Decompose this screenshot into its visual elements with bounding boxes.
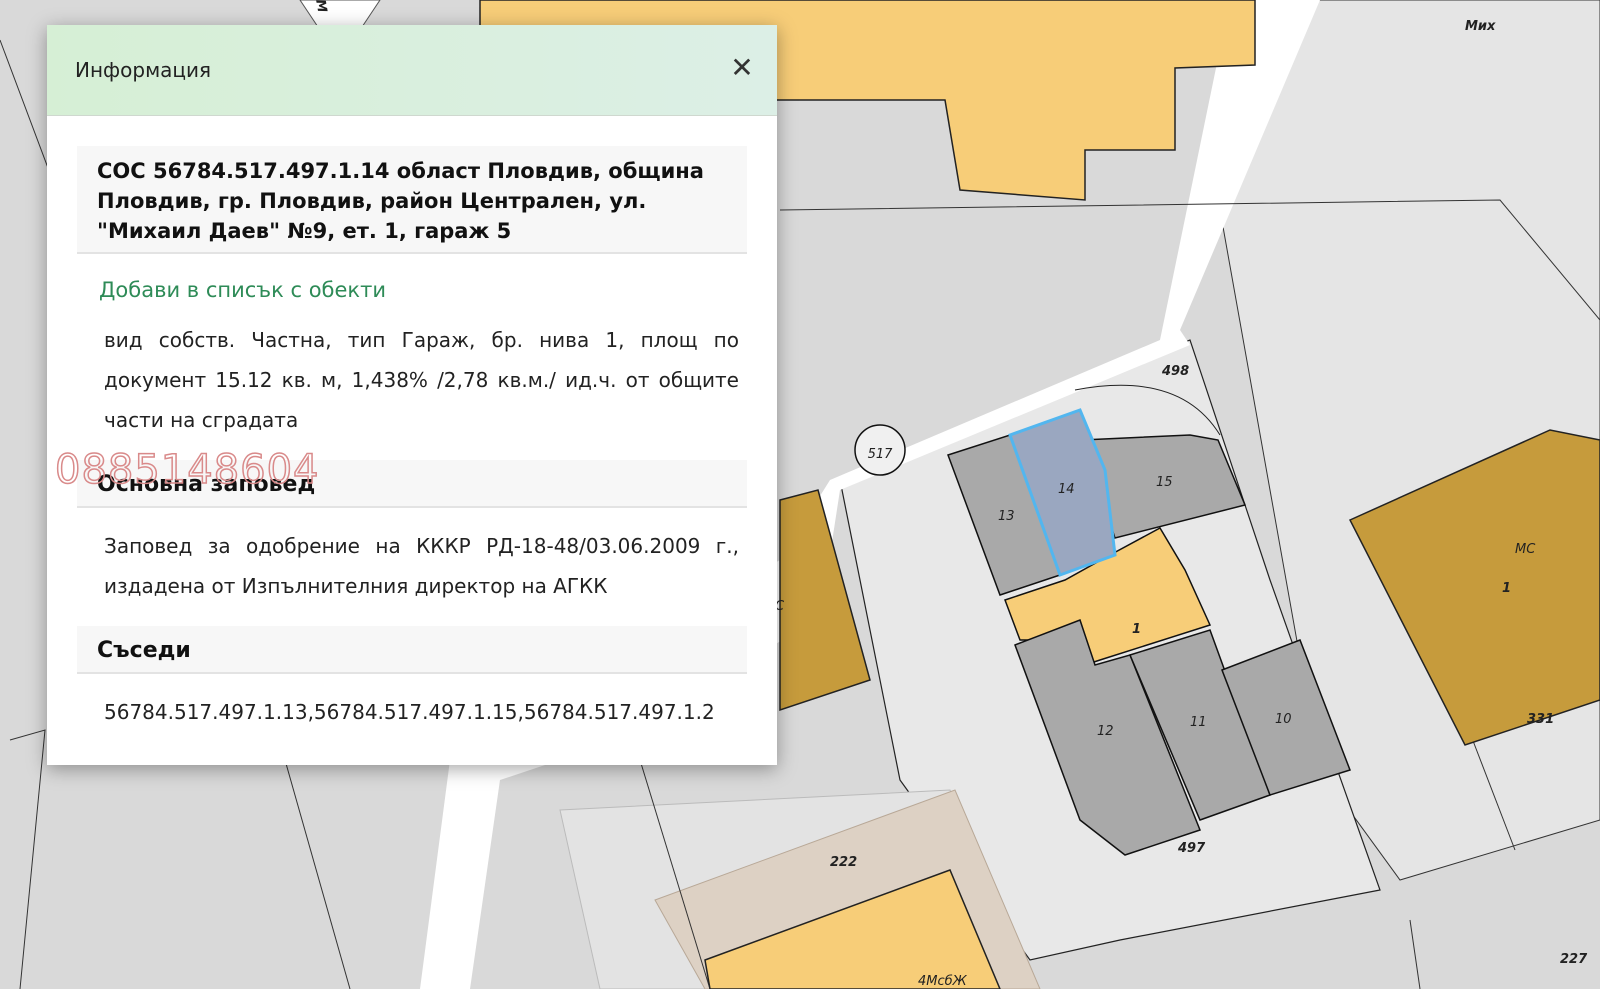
close-icon[interactable]: ✕: [725, 51, 759, 85]
boundary-line: [1409, 919, 1421, 989]
neighbors-text: 56784.517.497.1.13,56784.517.497.1.15,56…: [104, 700, 715, 724]
label-11: 11: [1190, 715, 1207, 730]
label-10: 10: [1275, 712, 1292, 727]
info-panel: Информация ✕ СОС 56784.517.497.1.14 обла…: [47, 25, 777, 765]
panel-header: Информация ✕: [47, 25, 777, 116]
label-222: 222: [830, 855, 857, 870]
order-heading: Основна заповед: [77, 460, 747, 508]
neighbors-heading: Съседи: [77, 626, 747, 674]
label-1: 1: [1132, 622, 1141, 637]
boundary-line: [284, 759, 351, 989]
label-13: 13: [998, 509, 1015, 524]
block-number: 517: [868, 447, 894, 462]
object-description: вид собств. Частна, тип Гараж, бр. нива …: [104, 328, 739, 432]
label-227: 227: [1560, 952, 1588, 967]
label-mc-1: 1: [1502, 581, 1511, 596]
add-to-list-link[interactable]: Добави в списък с обекти: [99, 278, 777, 302]
label-498: 498: [1161, 364, 1189, 379]
label-12: 12: [1097, 724, 1114, 739]
object-title: СОС 56784.517.497.1.14 област Пловдив, о…: [77, 146, 747, 254]
boundary-line: [9, 729, 46, 989]
order-text: Заповед за одобрение на КККР РД-18-48/03…: [104, 534, 739, 598]
label-15: 15: [1156, 475, 1173, 490]
street-label: Мих: [1465, 19, 1496, 34]
label-331: 331: [1527, 712, 1554, 727]
label-14: 14: [1058, 482, 1075, 497]
label-mc: МС: [1515, 542, 1536, 557]
label-497: 497: [1177, 841, 1206, 856]
panel-title: Информация: [75, 58, 212, 82]
label-4: 4МсбЖ: [918, 974, 968, 989]
